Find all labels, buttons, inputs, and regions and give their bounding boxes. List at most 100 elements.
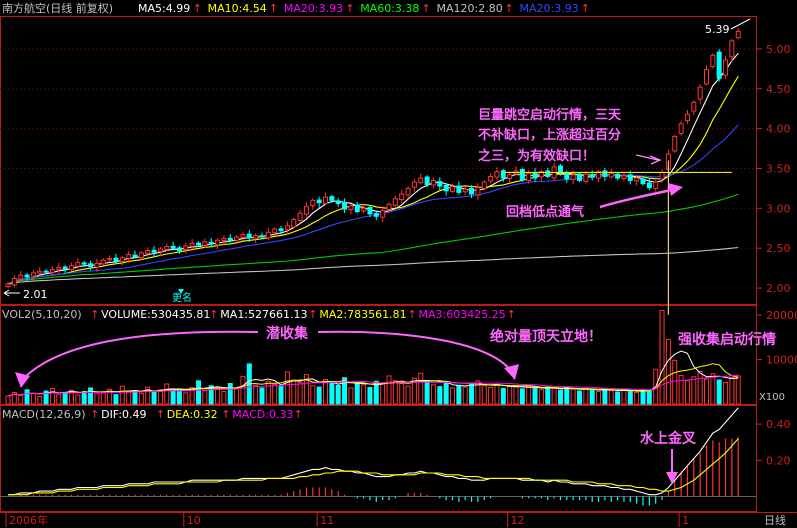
volume-bar [481,385,487,405]
volume-bar [488,387,494,405]
volume-bar [513,386,519,405]
candle-body [557,165,563,173]
candle-body [297,212,303,221]
volume-bar [94,393,100,405]
legend-item: VOL2(5,10,20) [2,308,82,321]
volume-bar [570,388,576,405]
candle-body [56,266,62,270]
candle-body [113,257,119,262]
y-tick-label: 10000 [766,353,797,366]
volume-bar [430,384,436,405]
legend-arrow-icon: ↑ [209,308,218,321]
candle-body [348,205,354,211]
x-axis-labels: 2006年 10 11 12 1 [5,512,689,527]
y-tick-label: 2.50 [766,242,791,255]
candle-body [723,59,729,76]
macd-histogram [20,436,739,506]
candle-body [450,186,455,192]
candle-body [37,270,43,274]
volume-bar [729,377,735,405]
x-tick-label: 2006年 [9,513,48,527]
candle-body [640,178,646,185]
strong-accumulate-label: 强收集启动行情 [678,331,776,348]
candle-body [189,242,195,247]
volume-bar [183,392,189,405]
legend-item: MA3:603425.25 [419,308,506,321]
candle-body [49,269,55,273]
candle-body [475,187,481,196]
candle-body [170,245,176,249]
volume-bar [723,382,729,405]
volume-bar [151,391,157,405]
legend-item: DIF:0.49 [101,408,146,421]
candle-body [424,176,430,185]
volume-legend: VOL2(5,10,20) ↑ VOLUME:530435.81↑ MA1:52766… [2,308,516,321]
volume-bar [710,373,716,405]
volume-bar [507,385,513,405]
volume-bar [234,387,240,405]
volume-bar [475,380,481,405]
volume-ma-lines [7,350,739,397]
candle-body [589,174,595,178]
volume-bar [329,382,335,405]
candle-body [380,210,386,218]
volume-bar [437,386,443,405]
candle-body [272,228,278,234]
candle-body [107,258,113,261]
volume-bar [215,388,221,405]
legend-item: MA10:4.54 [208,2,267,15]
volume-bar [627,390,633,405]
candle-body [316,199,322,204]
candle-body [303,206,309,215]
candle-body [488,175,494,182]
legend-arrow-icon: ↑ [308,308,317,321]
volume-bar [684,380,690,405]
candle-body [678,123,684,134]
candle-body [132,254,138,258]
volume-bar [18,395,24,405]
candle-body [526,172,532,182]
volume-bar [640,389,646,405]
legend-arrow-icon: ↑ [90,408,99,421]
candle-body [697,86,703,100]
candle-body [545,170,551,177]
candle-body [88,263,94,268]
volume-bar [500,387,506,405]
gap-note-line-1: 巨量跳空启动行情，三天 [478,107,622,123]
legend-item: MA120:2.80 [437,2,503,15]
volume-bar [227,383,233,405]
x-tick-label: 12 [511,514,525,527]
candle-body [253,234,259,239]
candle-body [176,247,182,252]
volume-bar [259,387,265,405]
candle-body [729,40,735,58]
legend-arrow-icon: ↑ [507,308,516,321]
volume-bar [697,370,703,405]
volume-bar [678,374,684,405]
candle-body [164,246,170,250]
candle-body [399,193,405,200]
volume-bar [37,395,43,405]
volume-bar [297,382,303,405]
y-tick-label: 5.00 [766,43,791,56]
legend-item: MA1:527661.13 [220,308,307,321]
candle-body [437,181,443,187]
volume-bar [253,384,259,405]
volume-bar [659,309,665,405]
candle-body [75,262,81,267]
candle-body [157,248,163,253]
legend-arrow-icon: ↑ [505,2,514,15]
volume-bar [716,379,722,405]
candle-body [145,250,151,254]
candle-body [494,171,500,178]
volume-bar [62,391,68,405]
candle-body [329,196,335,201]
legend-item: MA20:3.93 [520,2,579,15]
gap-note-line-3: 之三，为有效缺口！ [478,148,595,164]
volume-bar [621,388,627,405]
y-tick-label: 3.00 [766,202,791,215]
candle-body [704,69,709,85]
volume-bar [596,391,602,405]
candle-body [291,218,297,228]
accumulate-label: 潜收集 [266,325,309,342]
